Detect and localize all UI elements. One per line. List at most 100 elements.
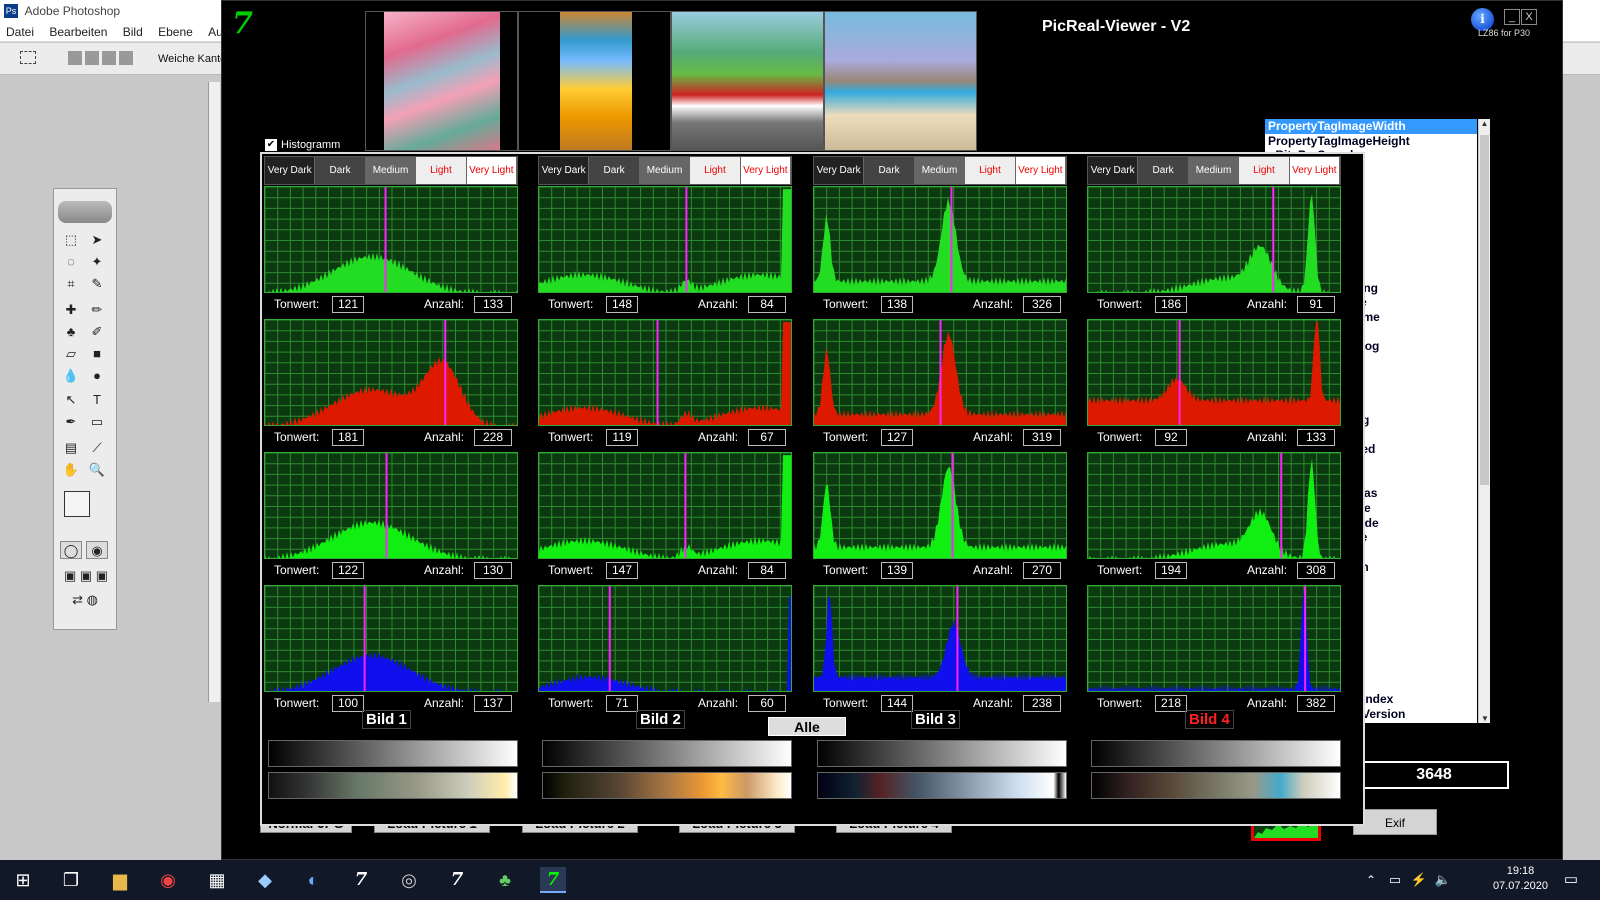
stamp-icon[interactable]: ♣ bbox=[60, 323, 82, 341]
calculator-icon[interactable]: ▦ bbox=[204, 867, 230, 893]
close-button[interactable]: X bbox=[1521, 9, 1537, 25]
histogram-red[interactable] bbox=[813, 319, 1067, 426]
scroll-up-icon[interactable]: ▲ bbox=[1479, 119, 1490, 128]
gradient-icon[interactable]: ■ bbox=[86, 345, 108, 363]
shape-icon[interactable]: ▭ bbox=[86, 413, 108, 431]
eye-app-icon[interactable]: ◎ bbox=[396, 867, 422, 893]
histogram-green[interactable] bbox=[264, 452, 518, 559]
tonwert-value: 122 bbox=[332, 562, 364, 579]
exif-list-scrollbar[interactable]: ▲ ▼ bbox=[1478, 119, 1490, 723]
lasso-icon[interactable]: ◌ bbox=[60, 253, 82, 271]
tray-network-icon[interactable]: ⚡ bbox=[1406, 867, 1432, 893]
menu-bild[interactable]: Bild bbox=[117, 22, 149, 42]
quick-mask-icon[interactable]: ◉ bbox=[86, 541, 108, 559]
windows-start-icon[interactable]: ⊞ bbox=[10, 867, 36, 893]
histogram-luminance[interactable] bbox=[538, 186, 792, 293]
photoshop-title: Adobe Photoshop bbox=[24, 4, 121, 18]
picreal-viewer-taskbar-icon[interactable]: 7 bbox=[540, 867, 566, 893]
pen-icon[interactable]: ✒ bbox=[60, 413, 82, 431]
alle-button[interactable]: Alle bbox=[768, 717, 846, 736]
thumbnail-2[interactable] bbox=[518, 11, 671, 151]
histogram-red[interactable] bbox=[264, 319, 518, 426]
history-brush-icon[interactable]: ✐ bbox=[86, 323, 108, 341]
thumbnail-1[interactable] bbox=[365, 11, 518, 151]
file-explorer-icon[interactable]: ▆ bbox=[107, 867, 133, 893]
exif-tag-item[interactable]: PropertyTagImageWidth bbox=[1265, 119, 1477, 134]
histogram-red[interactable] bbox=[1087, 319, 1341, 426]
blur-icon[interactable]: 💧 bbox=[60, 367, 82, 385]
zoom-icon[interactable]: 🔍 bbox=[86, 461, 108, 479]
anzahl-value: 84 bbox=[748, 562, 786, 579]
scroll-thumb[interactable] bbox=[1480, 135, 1489, 485]
app-7-icon-1[interactable]: 7 bbox=[348, 867, 374, 893]
grayscale-gradient bbox=[1091, 740, 1341, 767]
magic-wand-icon[interactable]: ✦ bbox=[86, 253, 108, 271]
marquee-icon[interactable]: ⬚ bbox=[60, 231, 82, 249]
healing-icon[interactable]: ✚ bbox=[60, 301, 82, 319]
slice-icon[interactable]: ✎ bbox=[86, 275, 108, 293]
histogram-green[interactable] bbox=[813, 452, 1067, 559]
minimize-button[interactable]: _ bbox=[1504, 9, 1520, 25]
selection-mode-icons[interactable] bbox=[68, 51, 136, 65]
bild-label-4[interactable]: Bild 4 bbox=[1185, 710, 1234, 729]
chrome-icon[interactable]: ◉ bbox=[155, 867, 181, 893]
anzahl-label: Anzahl: bbox=[973, 696, 1014, 710]
notes-icon[interactable]: ▤ bbox=[60, 439, 82, 457]
histogram-luminance[interactable] bbox=[264, 186, 518, 293]
tray-battery-icon[interactable]: ▭ bbox=[1382, 867, 1408, 893]
photoshop-taskbar-icon[interactable]: ◐ bbox=[300, 867, 326, 893]
histogram-luminance[interactable] bbox=[1087, 186, 1341, 293]
screen-mode-icons[interactable]: ▣ ▣ ▣ bbox=[58, 567, 114, 585]
thumbnail-3[interactable] bbox=[671, 11, 824, 151]
bild-label-2[interactable]: Bild 2 bbox=[636, 710, 685, 729]
tonwert-value: 186 bbox=[1155, 296, 1187, 313]
histogram-graph bbox=[1088, 320, 1340, 425]
tray-volume-icon[interactable]: 🔈 bbox=[1430, 867, 1456, 893]
move-icon[interactable]: ➤ bbox=[86, 231, 108, 249]
foreground-color-swatch[interactable] bbox=[64, 491, 90, 517]
brush-icon[interactable]: ✏ bbox=[86, 301, 108, 319]
hand-icon[interactable]: ✋ bbox=[60, 461, 82, 479]
crop-icon[interactable]: ⌗ bbox=[60, 275, 82, 293]
app-icon-2[interactable]: ♣ bbox=[492, 867, 518, 893]
imageready-icon[interactable]: ⇄ ◍ bbox=[60, 591, 110, 609]
taskbar-clock[interactable]: 19:18 07.07.2020 bbox=[1493, 864, 1548, 894]
checkbox-check-icon[interactable]: ✔ bbox=[265, 139, 277, 152]
exif-tag-item[interactable]: PropertyTagImageHeight bbox=[1265, 134, 1477, 149]
task-view-icon[interactable]: ❐ bbox=[58, 867, 84, 893]
app-icon-1[interactable]: ◆ bbox=[252, 867, 278, 893]
values-row: Tonwert: 148 Anzahl: 84 bbox=[538, 295, 792, 313]
thumbnail-4[interactable] bbox=[824, 11, 977, 151]
exif-value-display: 3648 bbox=[1359, 761, 1509, 789]
notifications-icon[interactable]: ▭ bbox=[1558, 867, 1584, 893]
histogram-luminance[interactable] bbox=[813, 186, 1067, 293]
viewer-logo: 7 bbox=[232, 6, 253, 41]
eraser-icon[interactable]: ▱ bbox=[60, 345, 82, 363]
app-7-icon-2[interactable]: 7 bbox=[444, 867, 470, 893]
bild-label-3[interactable]: Bild 3 bbox=[911, 710, 960, 729]
histogram-blue[interactable] bbox=[538, 585, 792, 692]
path-select-icon[interactable]: ↖ bbox=[60, 391, 82, 409]
type-icon[interactable]: T bbox=[86, 391, 108, 409]
anzahl-label: Anzahl: bbox=[424, 563, 465, 577]
menu-ebene[interactable]: Ebene bbox=[152, 22, 199, 42]
tray-chevron-icon[interactable]: ⌃ bbox=[1358, 867, 1384, 893]
scroll-down-icon[interactable]: ▼ bbox=[1479, 714, 1491, 723]
menu-bearbeiten[interactable]: Bearbeiten bbox=[43, 22, 113, 42]
histogram-blue[interactable] bbox=[264, 585, 518, 692]
marquee-preset-icon[interactable] bbox=[20, 51, 36, 64]
tone-label: Very Dark bbox=[539, 157, 590, 184]
exif-button[interactable]: Exif bbox=[1353, 809, 1437, 835]
tonwert-label: Tonwert: bbox=[274, 430, 320, 444]
bild-label-1[interactable]: Bild 1 bbox=[362, 710, 411, 729]
histogram-red[interactable] bbox=[538, 319, 792, 426]
standard-mode-icon[interactable]: ◯ bbox=[60, 541, 82, 559]
eyedropper-icon[interactable]: ⟋ bbox=[86, 439, 108, 457]
histogram-checkbox[interactable]: ✔ Histogramm bbox=[265, 139, 340, 152]
histogram-green[interactable] bbox=[1087, 452, 1341, 559]
histogram-blue[interactable] bbox=[813, 585, 1067, 692]
histogram-green[interactable] bbox=[538, 452, 792, 559]
histogram-blue[interactable] bbox=[1087, 585, 1341, 692]
menu-datei[interactable]: Datei bbox=[0, 22, 40, 42]
dodge-icon[interactable]: ● bbox=[86, 367, 108, 385]
